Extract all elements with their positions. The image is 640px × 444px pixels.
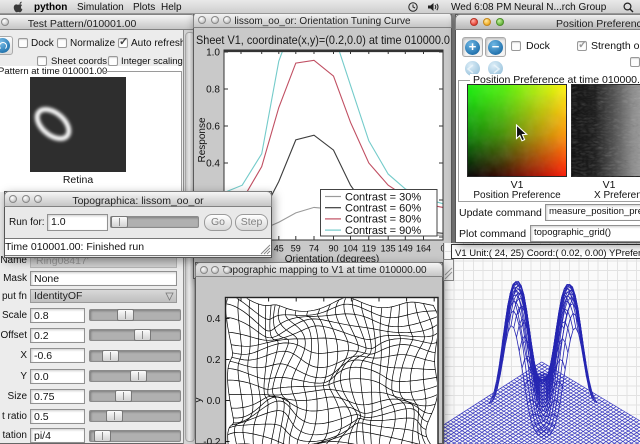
svg-text:90: 90 bbox=[328, 244, 338, 254]
svg-text:0.4: 0.4 bbox=[206, 159, 220, 170]
svg-text:Response: Response bbox=[197, 117, 208, 162]
svg-text:104: 104 bbox=[343, 244, 358, 254]
svg-text:74: 74 bbox=[309, 244, 319, 254]
svg-text:135: 135 bbox=[381, 244, 396, 254]
svg-text:119: 119 bbox=[362, 244, 376, 254]
svg-text:Contrast = 80%: Contrast = 80% bbox=[345, 214, 421, 226]
svg-text:164: 164 bbox=[416, 244, 431, 254]
svg-text:-0.2: -0.2 bbox=[203, 437, 221, 444]
svg-text:y: y bbox=[196, 397, 204, 403]
svg-text:59: 59 bbox=[291, 244, 301, 254]
svg-text:Contrast = 60%: Contrast = 60% bbox=[345, 203, 421, 215]
svg-text:0.8: 0.8 bbox=[206, 85, 220, 96]
svg-text:0.0: 0.0 bbox=[206, 233, 220, 244]
svg-text:1.0: 1.0 bbox=[206, 48, 220, 59]
svg-text:149: 149 bbox=[398, 244, 413, 254]
svg-text:0.4: 0.4 bbox=[207, 314, 221, 325]
svg-text:0.2: 0.2 bbox=[207, 355, 221, 366]
svg-text:0.6: 0.6 bbox=[206, 122, 220, 133]
svg-text:0: 0 bbox=[440, 244, 445, 254]
svg-text:Sheet V1, coordinate(x,y)=(0.2: Sheet V1, coordinate(x,y)=(0.2,0.0) at t… bbox=[196, 33, 450, 47]
svg-text:Orientation (degrees): Orientation (degrees) bbox=[285, 254, 380, 265]
svg-text:Contrast = 90%: Contrast = 90% bbox=[345, 225, 421, 237]
svg-text:0.0: 0.0 bbox=[207, 396, 221, 407]
svg-text:0.2: 0.2 bbox=[206, 196, 220, 207]
svg-text:45: 45 bbox=[274, 244, 284, 254]
svg-text:Contrast = 30%: Contrast = 30% bbox=[345, 191, 421, 203]
